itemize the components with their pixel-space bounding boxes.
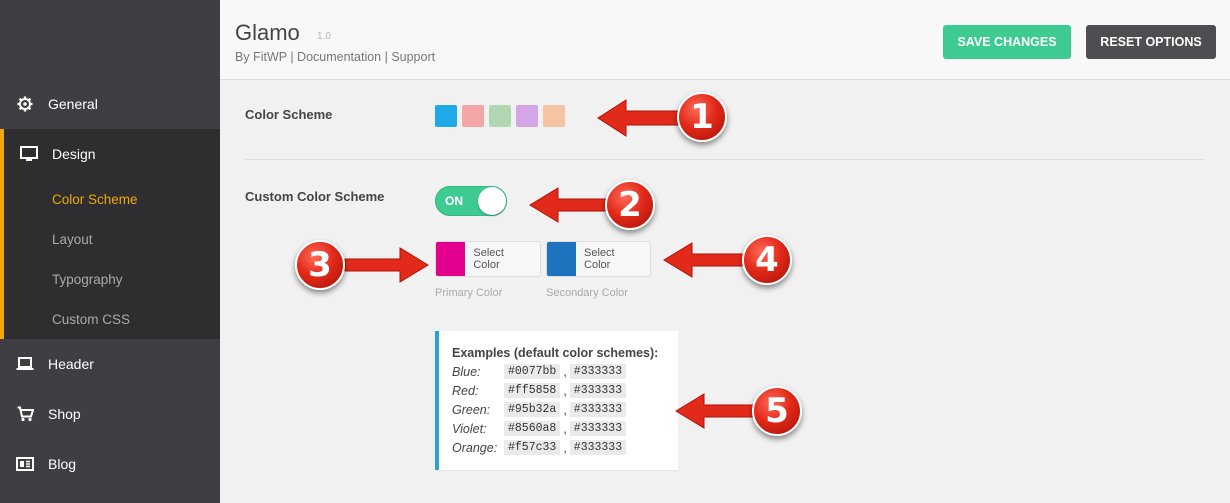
annotation-badge-3: 3 (295, 240, 345, 290)
arrow-3 (344, 247, 429, 283)
annotation-badge-4: 4 (742, 235, 792, 285)
annotation-badge-2: 2 (605, 180, 655, 230)
annotation-badge-5: 5 (752, 386, 802, 436)
annotation-arrows (344, 99, 756, 429)
arrow-5 (675, 393, 756, 429)
annotation-badge-1: 1 (677, 92, 727, 142)
arrow-1 (597, 99, 681, 137)
arrow-4 (663, 242, 746, 278)
arrow-2 (529, 187, 609, 223)
